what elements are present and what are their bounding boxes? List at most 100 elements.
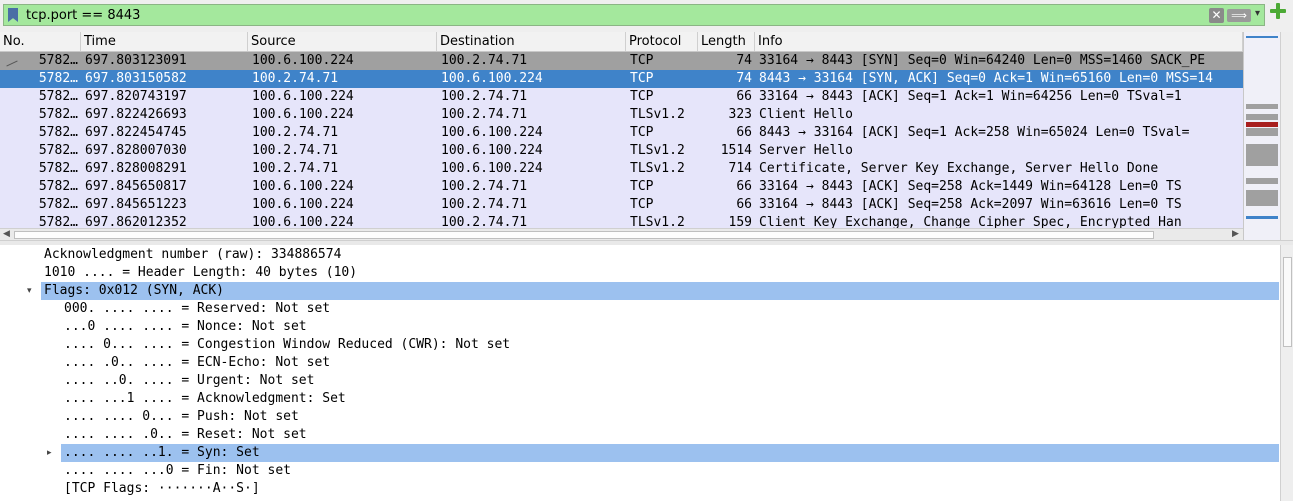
display-filter-input[interactable]: tcp.port == 8443 ✕ ⟹ ▾: [3, 4, 1265, 26]
filter-text[interactable]: tcp.port == 8443: [26, 8, 140, 23]
clear-filter-icon[interactable]: ✕: [1209, 8, 1224, 23]
detail-tree-item[interactable]: ...0 .... .... = Nonce: Not set: [64, 318, 307, 336]
packet-cell-no: 5782…: [38, 107, 78, 122]
packet-cell-source: 100.6.100.224: [252, 179, 354, 194]
detail-tree-item[interactable]: Acknowledgment number (raw): 334886574: [44, 246, 341, 264]
details-vertical-scrollbar[interactable]: [1280, 245, 1293, 501]
scroll-left-icon[interactable]: ◀: [3, 229, 10, 239]
packet-cell-info: 8443 → 33164 [SYN, ACK] Seq=0 Ack=1 Win=…: [759, 71, 1213, 86]
packet-row[interactable]: 5782… 697.822454745 100.2.74.71 100.6.100.2…: [0, 124, 1243, 142]
packet-cell-info: 8443 → 33164 [ACK] Seq=1 Ack=258 Win=650…: [759, 125, 1190, 140]
packet-cell-info: Certificate, Server Key Exchange, Server…: [759, 161, 1159, 176]
packet-cell-protocol: TCP: [630, 197, 654, 212]
minimap-mark: [1246, 190, 1278, 206]
packet-row[interactable]: 5782… 697.862012352 100.6.100.224 100.2.74.…: [0, 214, 1243, 228]
column-header-source[interactable]: Source: [248, 32, 437, 51]
packet-cell-protocol: TCP: [630, 71, 654, 86]
packet-row[interactable]: 5782… 697.822426693 100.6.100.224 100.2.74.…: [0, 106, 1243, 124]
packet-row[interactable]: 5782… 697.803150582 100.2.74.71 100.6.100.2…: [0, 70, 1243, 88]
minimap-mark: [1246, 144, 1278, 166]
packet-cell-protocol: TLSv1.2: [630, 161, 685, 176]
collapse-arrow-icon[interactable]: ▾: [27, 286, 32, 296]
column-header-length[interactable]: Length: [698, 32, 755, 51]
column-header-time[interactable]: Time: [81, 32, 248, 51]
packet-cell-info: 33164 → 8443 [ACK] Seq=258 Ack=2097 Win=…: [759, 197, 1182, 212]
packet-cell-info: 33164 → 8443 [ACK] Seq=258 Ack=1449 Win=…: [759, 179, 1182, 194]
packet-cell-time: 697.862012352: [85, 215, 187, 228]
minimap-mark: [1246, 216, 1278, 219]
detail-tree-item[interactable]: 000. .... .... = Reserved: Not set: [64, 300, 330, 318]
detail-tree-item[interactable]: .... ..0. .... = Urgent: Not set: [64, 372, 314, 390]
packet-cell-time: 697.828008291: [85, 161, 187, 176]
packet-cell-destination: 100.2.74.71: [441, 89, 528, 104]
expand-arrow-icon[interactable]: ▸: [47, 448, 52, 458]
packet-row[interactable]: 5782… 697.828007030 100.2.74.71 100.6.100.2…: [0, 142, 1243, 160]
packet-cell-time: 697.845650817: [85, 179, 187, 194]
packet-cell-source: 100.2.74.71: [252, 125, 339, 140]
packet-cell-time: 697.828007030: [85, 143, 187, 158]
packet-cell-destination: 100.2.74.71: [441, 197, 528, 212]
column-header-destination[interactable]: Destination: [437, 32, 626, 51]
packet-cell-source: 100.6.100.224: [252, 53, 354, 68]
packet-cell-protocol: TCP: [630, 179, 654, 194]
horizontal-scroll-thumb[interactable]: [14, 231, 1154, 239]
detail-tree-item[interactable]: .... 0... .... = Congestion Window Reduc…: [64, 336, 510, 354]
display-filter-toolbar: tcp.port == 8443 ✕ ⟹ ▾: [0, 0, 1293, 32]
packet-cell-protocol: TCP: [630, 89, 654, 104]
details-scroll-thumb[interactable]: [1283, 257, 1292, 347]
packet-list-vertical-scrollbar[interactable]: [1280, 32, 1293, 240]
packet-cell-protocol: TLSv1.2: [630, 107, 685, 122]
packet-cell-info: Client Hello: [759, 107, 853, 122]
packet-cell-source: 100.2.74.71: [252, 71, 339, 86]
minimap-mark: [1246, 104, 1278, 109]
packet-cell-length: 74: [736, 53, 752, 68]
detail-tree-item[interactable]: .... .0.. .... = ECN-Echo: Not set: [64, 354, 330, 372]
packet-cell-no: 5782…: [38, 197, 78, 212]
packet-minimap[interactable]: [1243, 32, 1280, 240]
packet-row[interactable]: 5782… 697.828008291 100.2.74.71 100.6.100.2…: [0, 160, 1243, 178]
packet-cell-length: 66: [736, 197, 752, 212]
packet-cell-time: 697.822426693: [85, 107, 187, 122]
column-header-info[interactable]: Info: [755, 32, 1243, 51]
packet-cell-length: 66: [736, 89, 752, 104]
packet-cell-time: 697.803150582: [85, 71, 187, 86]
bookmark-icon[interactable]: [8, 8, 18, 22]
detail-tree-item[interactable]: .... .... 0... = Push: Not set: [64, 408, 299, 426]
packet-list-pane: No. Time Source Destination Protocol Length In…: [0, 32, 1293, 241]
add-filter-button-icon[interactable]: [1270, 3, 1286, 19]
detail-tree-item[interactable]: .... ...1 .... = Acknowledgment: Set: [64, 390, 346, 408]
packet-row[interactable]: 5782… 697.803123091 100.6.100.224 100.2.74.…: [0, 52, 1243, 70]
packet-cell-no: 5782…: [38, 89, 78, 104]
packet-cell-length: 323: [728, 107, 752, 122]
packet-cell-destination: 100.2.74.71: [441, 179, 528, 194]
detail-tree-item[interactable]: .... .... .0.. = Reset: Not set: [64, 426, 307, 444]
minimap-mark: [1246, 114, 1278, 120]
minimap-mark: [1246, 36, 1278, 38]
packet-cell-time: 697.845651223: [85, 197, 187, 212]
packet-cell-time: 697.822454745: [85, 125, 187, 140]
packet-cell-no: 5782…: [38, 71, 78, 86]
packet-cell-length: 66: [736, 179, 752, 194]
apply-filter-icon[interactable]: ⟹: [1227, 9, 1251, 22]
detail-tree-item[interactable]: Flags: 0x012 (SYN, ACK): [41, 282, 1279, 300]
minimap-mark: [1246, 128, 1278, 136]
filter-history-dropdown-icon[interactable]: ▾: [1255, 8, 1260, 19]
packet-cell-protocol: TLSv1.2: [630, 143, 685, 158]
packet-cell-protocol: TCP: [630, 125, 654, 140]
packet-row[interactable]: 5782… 697.845650817 100.6.100.224 100.2.74.…: [0, 178, 1243, 196]
packet-cell-length: 159: [728, 215, 752, 228]
packet-row[interactable]: 5782… 697.845651223 100.6.100.224 100.2.74.…: [0, 196, 1243, 214]
detail-tree-item[interactable]: .... .... ...0 = Fin: Not set: [64, 462, 291, 480]
detail-tree-item[interactable]: .... .... ..1. = Syn: Set: [61, 444, 1279, 462]
packet-details-pane: Acknowledgment number (raw): 334886574 10…: [0, 245, 1280, 501]
detail-tree-item[interactable]: 1010 .... = Header Length: 40 bytes (10): [44, 264, 357, 282]
column-header-protocol[interactable]: Protocol: [626, 32, 698, 51]
packet-cell-info: Client Key Exchange, Change Cipher Spec,…: [759, 215, 1182, 228]
detail-tree-item[interactable]: [TCP Flags: ·······A··S·]: [64, 480, 260, 498]
minimap-mark: [1246, 122, 1278, 127]
packet-row[interactable]: 5782… 697.820743197 100.6.100.224 100.2.74.…: [0, 88, 1243, 106]
column-header-no[interactable]: No.: [0, 32, 81, 51]
scroll-right-icon[interactable]: ▶: [1232, 229, 1239, 239]
packet-cell-no: 5782…: [38, 125, 78, 140]
packet-cell-no: 5782…: [38, 161, 78, 176]
